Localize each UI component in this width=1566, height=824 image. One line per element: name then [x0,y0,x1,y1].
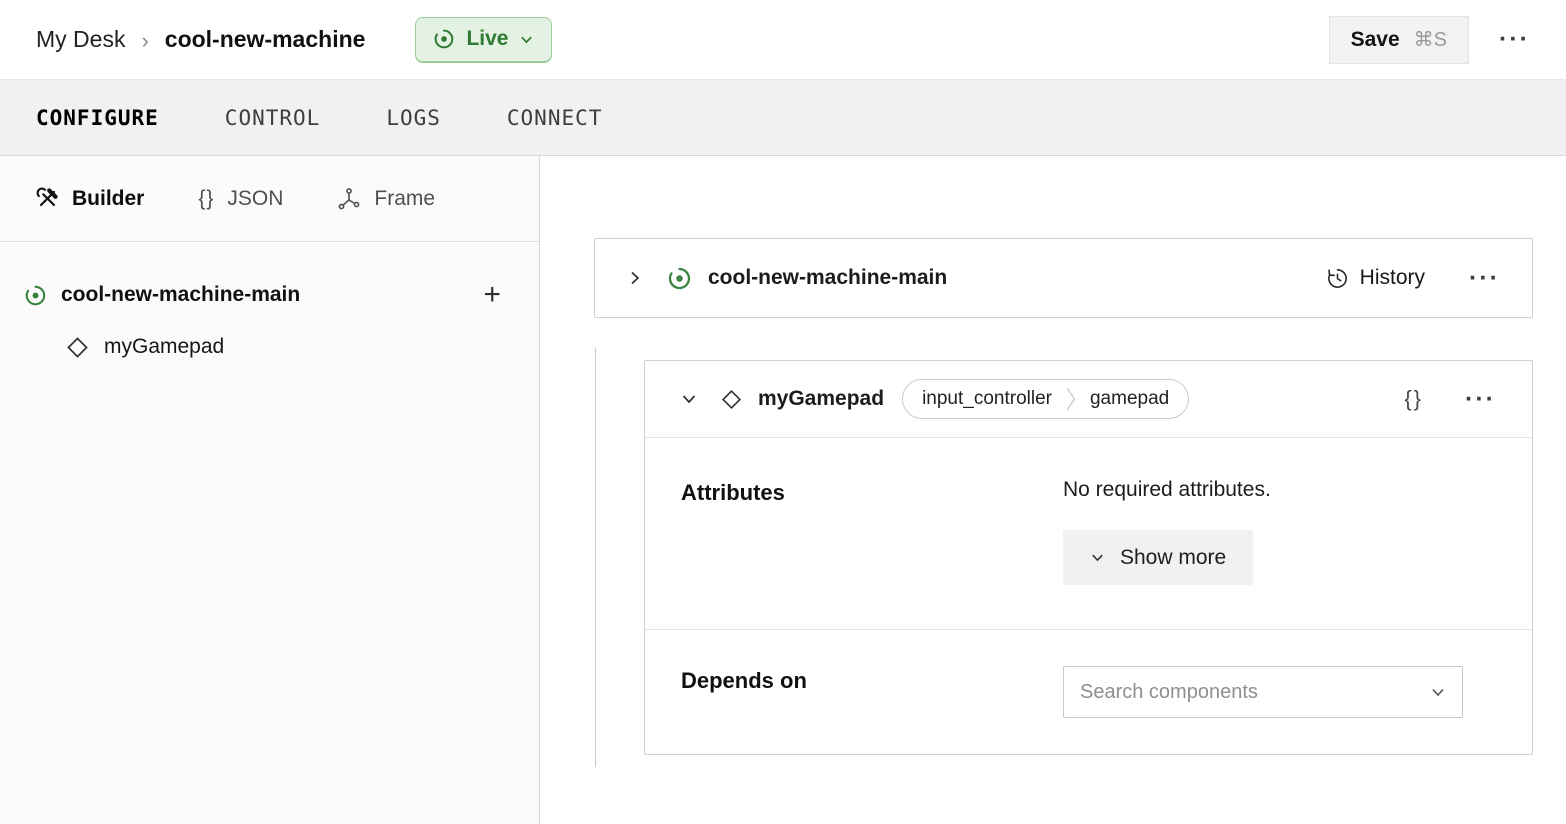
header-overflow-menu-icon[interactable]: ··· [1499,27,1530,52]
mode-frame[interactable]: Frame [337,187,435,211]
attributes-value: No required attributes. Show more [1063,478,1496,585]
breadcrumb: My Desk › cool-new-machine [36,26,365,54]
badge-component-type: input_controller [903,380,1065,418]
content-area: Builder {} JSON Frame [0,156,1566,824]
depends-on-section: Depends on [645,629,1532,754]
tab-connect[interactable]: CONNECT [507,106,603,130]
depends-on-value [1063,666,1496,718]
broadcast-icon [433,28,455,50]
part-card-menu-icon[interactable]: ··· [1469,266,1500,291]
depends-on-select[interactable] [1063,666,1463,718]
nested-components: myGamepad input_controller gamepad {} ··… [594,360,1533,767]
attributes-section: Attributes No required attributes. Show … [645,437,1532,629]
save-shortcut: ⌘S [1414,27,1447,52]
search-components-input[interactable] [1080,681,1430,704]
tree-item-machine-part[interactable]: cool-new-machine-main + [24,270,501,320]
tab-configure[interactable]: CONFIGURE [36,106,159,130]
mode-json-label: JSON [227,187,283,211]
machine-part-card: cool-new-machine-main History ··· [594,238,1533,318]
component-diamond-icon [64,334,91,361]
chevron-down-icon [519,32,534,47]
top-header: My Desk › cool-new-machine Live Save ⌘S … [0,0,1566,80]
show-more-button[interactable]: Show more [1063,530,1253,585]
component-type-badge: input_controller gamepad [902,379,1189,419]
configure-main-panel: cool-new-machine-main History ··· [540,156,1566,824]
configure-sidebar: Builder {} JSON Frame [0,156,540,824]
mode-json[interactable]: {} JSON [198,187,283,211]
component-menu-icon[interactable]: ··· [1465,387,1496,412]
badge-component-model: gamepad [1077,380,1188,418]
header-actions: Save ⌘S ··· [1329,16,1530,64]
breadcrumb-parent[interactable]: My Desk [36,26,125,53]
tree-child-label: myGamepad [104,335,224,359]
machine-part-title: cool-new-machine-main [708,266,947,290]
expand-chevron-right-icon[interactable] [627,270,643,286]
add-component-button[interactable]: + [483,280,501,310]
frame-axes-icon [337,187,361,211]
save-label: Save [1351,28,1400,52]
mode-builder[interactable]: Builder [36,187,144,211]
component-title: myGamepad [758,387,884,411]
machine-part-icon [24,284,47,307]
breadcrumb-separator-icon: › [141,26,148,54]
machine-tab-bar: CONFIGURE CONTROL LOGS CONNECT [0,80,1566,156]
mode-frame-label: Frame [374,187,435,211]
collapse-chevron-down-icon[interactable] [681,391,697,407]
tab-control[interactable]: CONTROL [225,106,321,130]
breadcrumb-current-machine: cool-new-machine [165,26,366,53]
view-mode-switcher: Builder {} JSON Frame [0,156,539,242]
history-label: History [1360,266,1425,290]
history-button[interactable]: History [1326,266,1425,290]
tools-icon [36,187,59,210]
nesting-connector-line [595,348,596,767]
component-header-actions: {} ··· [1404,386,1496,412]
tab-logs[interactable]: LOGS [386,106,441,130]
tree-item-component[interactable]: myGamepad [24,320,501,374]
mode-builder-label: Builder [72,187,144,211]
attributes-label: Attributes [681,478,1063,585]
attributes-empty-text: No required attributes. [1063,478,1496,502]
tree-root-label: cool-new-machine-main [61,283,300,307]
component-card: myGamepad input_controller gamepad {} ··… [644,360,1533,755]
live-label: Live [466,27,508,51]
badge-separator-chevron-icon [1065,379,1077,419]
save-button[interactable]: Save ⌘S [1329,16,1469,64]
machine-part-icon [667,266,692,291]
chevron-down-icon [1090,550,1105,565]
chevron-down-icon [1430,684,1446,700]
live-status-button[interactable]: Live [415,17,552,63]
component-json-icon[interactable]: {} [1404,386,1423,412]
component-diamond-icon [719,387,744,412]
machine-tree: cool-new-machine-main + myGamepad [0,242,539,374]
component-card-header: myGamepad input_controller gamepad {} ··… [645,361,1532,437]
show-more-label: Show more [1120,546,1226,570]
braces-icon: {} [198,187,214,211]
history-clock-icon [1326,267,1349,290]
depends-on-label: Depends on [681,666,1063,718]
